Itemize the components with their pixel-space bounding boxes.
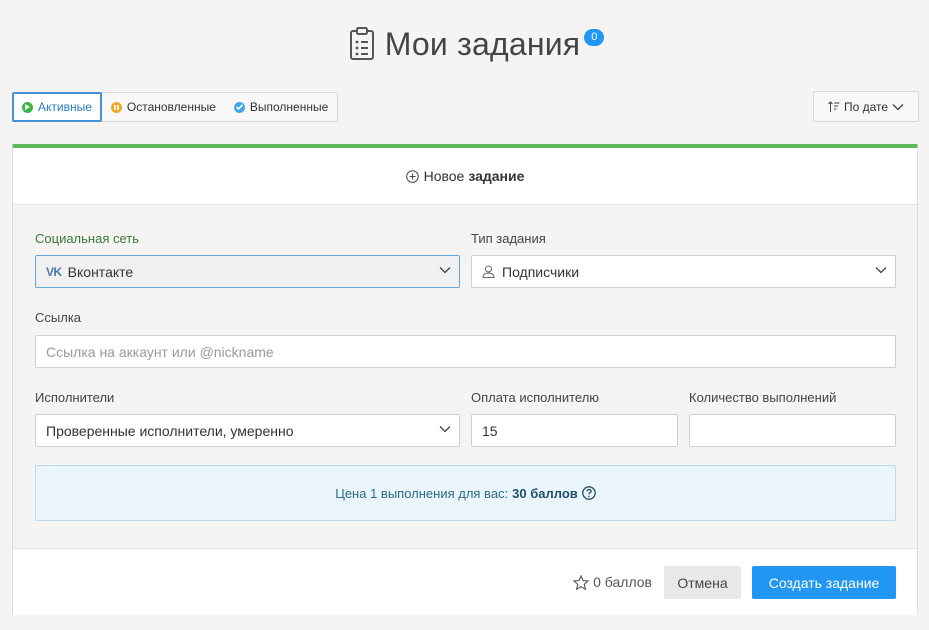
task-form: Социальная сеть VK Вконтакте Тип задания…: [13, 205, 917, 548]
price-info-box: Цена 1 выполнения для вас: 30 баллов: [35, 465, 896, 521]
plus-circle-icon: [405, 169, 419, 183]
page-title: Мои задания: [384, 25, 581, 62]
quantity-field[interactable]: [689, 414, 896, 447]
performers-label: Исполнители: [35, 390, 115, 405]
new-task-header[interactable]: Новое задание: [13, 148, 917, 205]
star-icon: [573, 574, 590, 590]
chevron-down-icon: [439, 267, 451, 274]
chevron-down-icon: [892, 103, 904, 110]
vk-logo-icon: VK: [46, 264, 62, 279]
question-circle-icon[interactable]: [581, 486, 596, 500]
filter-completed-button[interactable]: Выполненные: [225, 93, 337, 121]
new-task-card: Новое задание Социальная сеть VK Вконтак…: [12, 144, 918, 615]
chevron-down-icon: [439, 426, 451, 433]
sort-by-date-dropdown[interactable]: По дате: [813, 91, 919, 122]
social-network-label: Социальная сеть: [35, 231, 139, 246]
sort-icon: [828, 100, 840, 112]
points-value: 0 баллов: [593, 574, 652, 590]
cancel-button[interactable]: Отмена: [664, 566, 741, 599]
new-task-bold: задание: [468, 168, 525, 184]
user-icon: [482, 265, 495, 278]
price-value: 30 баллов: [512, 485, 578, 501]
link-label: Ссылка: [35, 310, 82, 325]
link-input[interactable]: [46, 336, 895, 367]
pause-circle-icon: [110, 101, 122, 113]
task-type-label: Тип задания: [471, 231, 546, 246]
link-field[interactable]: [35, 335, 896, 368]
sort-label: По дате: [843, 99, 889, 114]
filter-stopped-button[interactable]: Остановленные: [102, 93, 225, 121]
points-balance: 0 баллов: [573, 574, 652, 590]
page-header: Мои задания 0: [0, 20, 929, 68]
chevron-down-icon: [875, 267, 887, 274]
payment-label: Оплата исполнителю: [471, 390, 600, 405]
status-filter-group: Активные Остановленные Выполненные: [12, 92, 339, 122]
check-circle-icon: [233, 101, 245, 113]
performers-value: Проверенные исполнители, умеренно: [46, 422, 294, 439]
task-count-badge: 0: [584, 28, 605, 46]
task-type-select[interactable]: Подписчики: [471, 255, 896, 288]
social-network-value: Вконтакте: [67, 263, 134, 280]
new-task-prefix: Новое: [423, 168, 465, 184]
quantity-input[interactable]: [700, 415, 895, 446]
clipboard-list-icon: [349, 27, 374, 60]
payment-input[interactable]: [482, 415, 677, 446]
performers-select[interactable]: Проверенные исполнители, умеренно: [35, 414, 460, 447]
task-type-value: Подписчики: [502, 263, 580, 280]
play-circle-icon: [22, 101, 33, 113]
card-footer: 0 баллов Отмена Создать задание: [13, 548, 917, 615]
social-network-select[interactable]: VK Вконтакте: [35, 255, 460, 288]
filter-active-label: Активные: [38, 100, 92, 114]
filter-completed-label: Выполненные: [249, 100, 329, 114]
quantity-label: Количество выполнений: [689, 390, 837, 405]
payment-field[interactable]: [471, 414, 678, 447]
create-task-button[interactable]: Создать задание: [752, 566, 896, 599]
filter-stopped-label: Остановленные: [126, 100, 216, 114]
filter-active-button[interactable]: Активные: [12, 92, 102, 122]
price-text: Цена 1 выполнения для вас:: [335, 485, 509, 501]
